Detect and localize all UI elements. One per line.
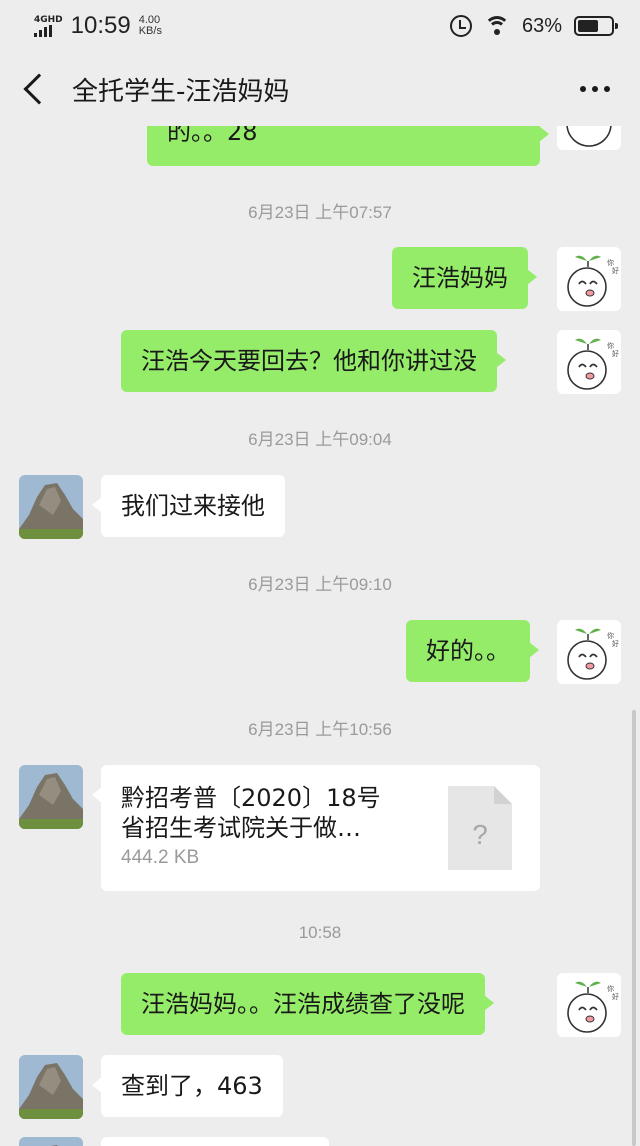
clock: 10:59 bbox=[70, 12, 131, 39]
timestamp: 10:58 bbox=[298, 923, 342, 942]
battery-percent: 63% bbox=[521, 14, 562, 37]
file-name-line: 黔招考普〔2020〕18号 bbox=[121, 784, 381, 812]
file-name-line: 省招生考试院关于做… bbox=[121, 814, 361, 842]
more-options-icon[interactable] bbox=[580, 86, 610, 92]
timestamp: 6月23日 上午09:10 bbox=[248, 575, 392, 594]
status-bar-right: 63% bbox=[449, 14, 618, 38]
message-text: 我们过来接他 bbox=[121, 492, 265, 520]
file-message[interactable]: 黔招考普〔2020〕18号 省招生考试院关于做… 444.2 KB ? bbox=[92, 765, 540, 891]
file-name: 黔招考普〔2020〕18号 省招生考试院关于做… bbox=[121, 783, 421, 843]
battery-icon bbox=[574, 16, 618, 36]
my-avatar[interactable]: 你 好 bbox=[557, 973, 621, 1037]
timestamp: 6月23日 上午09:04 bbox=[248, 430, 392, 449]
message-text: 好的。。 bbox=[426, 637, 510, 665]
svg-text:好: 好 bbox=[612, 639, 619, 648]
network-speed: 4.00 KB/s bbox=[139, 15, 162, 37]
message-bubble-outgoing[interactable]: 汪浩今天要回去？他和你讲过没 bbox=[121, 330, 506, 392]
message-text: 查到了，463 bbox=[121, 1072, 263, 1100]
alarm-icon bbox=[449, 15, 472, 37]
message-text: 汪浩今天要回去？他和你讲过没 bbox=[141, 347, 477, 375]
battery-fill bbox=[578, 20, 599, 32]
svg-text:好: 好 bbox=[612, 992, 619, 1001]
message-bubble-incoming[interactable] bbox=[101, 1137, 329, 1146]
my-avatar[interactable]: 你 好 bbox=[557, 620, 621, 684]
my-avatar[interactable]: 你 好 bbox=[557, 247, 621, 311]
timestamp: 6月23日 上午07:57 bbox=[248, 203, 392, 222]
chat-area[interactable]: 的。。28 6月23日 上午07:57 汪浩妈妈 你 好 汪浩今天要回去？他和你… bbox=[0, 126, 640, 1146]
svg-text:你: 你 bbox=[607, 631, 614, 640]
svg-text:好: 好 bbox=[612, 266, 619, 275]
my-avatar[interactable] bbox=[557, 126, 621, 150]
contact-avatar[interactable] bbox=[19, 475, 83, 539]
network-speed-unit: KB/s bbox=[138, 25, 162, 37]
wifi-icon bbox=[483, 16, 510, 36]
message-bubble-incoming[interactable]: 查到了，463 bbox=[92, 1055, 283, 1117]
unknown-file-icon: ? bbox=[448, 786, 512, 870]
svg-text:你: 你 bbox=[607, 258, 614, 267]
svg-text:你: 你 bbox=[607, 341, 614, 350]
message-text: 的。。28 bbox=[167, 126, 258, 146]
back-arrow-icon[interactable] bbox=[23, 73, 55, 105]
message-bubble-outgoing[interactable]: 的。。28 bbox=[147, 126, 549, 166]
network-type: 4GHD bbox=[34, 14, 63, 25]
timestamp: 6月23日 上午10:56 bbox=[248, 720, 392, 739]
message-bubble-outgoing[interactable]: 汪浩妈妈。。汪浩成绩查了没呢 bbox=[121, 973, 494, 1035]
contact-avatar[interactable] bbox=[19, 1137, 83, 1146]
message-bubble-incoming[interactable]: 我们过来接他 bbox=[92, 475, 285, 537]
status-bar-left: 4GHD 10:59 4.00 KB/s bbox=[34, 12, 162, 40]
my-avatar[interactable]: 你 好 bbox=[557, 330, 621, 394]
scrollbar[interactable] bbox=[632, 710, 636, 1146]
contact-avatar[interactable] bbox=[19, 1055, 83, 1119]
signal-indicator: 4GHD bbox=[34, 14, 63, 37]
chat-header: 全托学生-汪浩妈妈 bbox=[0, 52, 640, 126]
status-bar: 4GHD 10:59 4.00 KB/s 63% bbox=[0, 0, 640, 52]
message-text: 汪浩妈妈 bbox=[412, 264, 508, 292]
signal-bars-icon bbox=[34, 24, 52, 37]
svg-text:好: 好 bbox=[612, 349, 619, 358]
message-bubble-outgoing[interactable]: 好的。。 bbox=[406, 620, 539, 682]
chat-title: 全托学生-汪浩妈妈 bbox=[72, 76, 290, 107]
file-icon-glyph: ? bbox=[472, 819, 488, 850]
contact-avatar[interactable] bbox=[19, 765, 83, 829]
message-text: 汪浩妈妈。。汪浩成绩查了没呢 bbox=[141, 990, 465, 1018]
message-bubble-outgoing[interactable]: 汪浩妈妈 bbox=[392, 247, 537, 309]
svg-text:你: 你 bbox=[607, 984, 614, 993]
